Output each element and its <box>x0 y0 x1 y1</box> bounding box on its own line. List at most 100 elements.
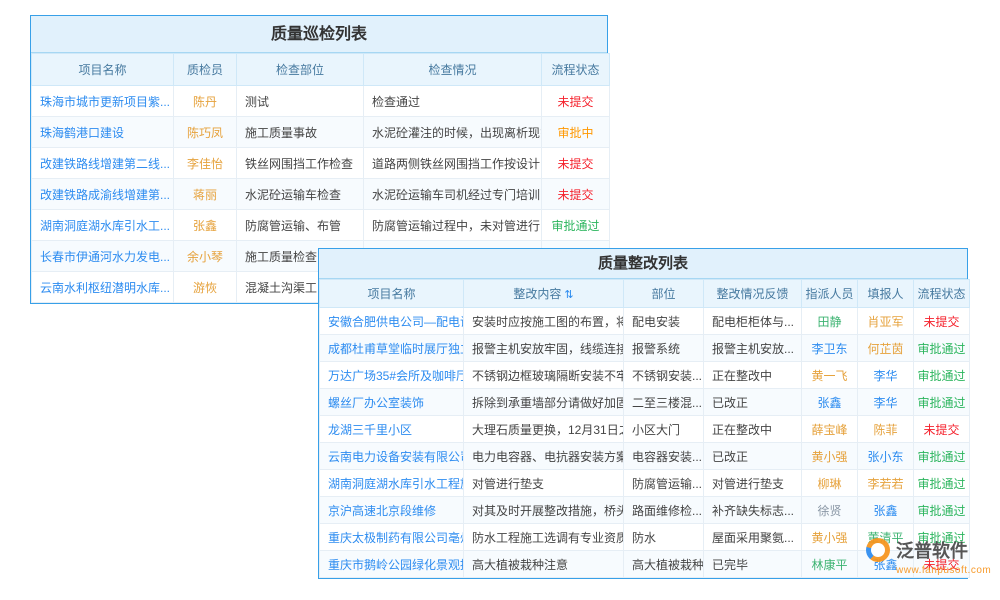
part-cell: 报警系统 <box>624 335 704 362</box>
project-name-cell[interactable]: 云南电力设备安装有限公司20... <box>320 443 464 470</box>
project-name-cell[interactable]: 改建铁路成渝线增建第... <box>32 179 174 210</box>
assignee-cell: 黄小强 <box>802 524 858 551</box>
project-name-cell[interactable]: 万达广场35#会所及咖啡厅空... <box>320 362 464 389</box>
feedback-cell: 补齐缺失标志... <box>704 497 802 524</box>
part-cell: 高大植被栽种 <box>624 551 704 578</box>
table-row[interactable]: 改建铁路成渝线增建第... 蒋丽 水泥砼运输车检查 水泥砼运输车司机经过专门培训… <box>32 179 610 210</box>
project-name-cell[interactable]: 湖南洞庭湖水库引水工... <box>32 210 174 241</box>
status-cell: 未提交 <box>542 86 610 117</box>
rectify-content-cell: 拆除到承重墙部分请做好加固... <box>464 389 624 416</box>
status-cell: 审批通过 <box>914 470 970 497</box>
table-row[interactable]: 湖南洞庭湖水库引水工... 张鑫 防腐管运输、布管 防腐管运输过程中，未对管进行… <box>32 210 610 241</box>
check-part-cell: 防腐管运输、布管 <box>237 210 364 241</box>
feedback-cell: 对管进行垫支 <box>704 470 802 497</box>
table-row[interactable]: 改建铁路线增建第二线... 李佳怡 铁丝网围挡工作检查 道路两侧铁丝网围挡工作按… <box>32 148 610 179</box>
project-name-cell[interactable]: 龙湖三千里小区 <box>320 416 464 443</box>
project-name-cell[interactable]: 重庆市鹅岭公园绿化景观提升... <box>320 551 464 578</box>
check-part-cell: 水泥砼运输车检查 <box>237 179 364 210</box>
table-row[interactable]: 京沪高速北京段维修 对其及时开展整改措施，桥头... 路面维修检... 补齐缺失… <box>320 497 970 524</box>
feedback-cell: 配电柜柜体与... <box>704 308 802 335</box>
project-name-cell[interactable]: 螺丝厂办公室装饰 <box>320 389 464 416</box>
project-name-cell[interactable]: 安徽合肥供电公司—配电设备... <box>320 308 464 335</box>
status-cell: 未提交 <box>542 148 610 179</box>
check-situation-cell: 水泥砼灌注的时候，出现离析现象 <box>364 117 542 148</box>
status-cell: 审批通过 <box>914 335 970 362</box>
col-check-situation: 检查情况 <box>364 54 542 86</box>
table-row[interactable]: 安徽合肥供电公司—配电设备... 安装时应按施工图的布置，将... 配电安装 配… <box>320 308 970 335</box>
part-cell: 不锈钢安装... <box>624 362 704 389</box>
col-flow-status: 流程状态 <box>914 280 970 308</box>
col-assignee: 指派人员 <box>802 280 858 308</box>
rectify-content-cell: 报警主机安放牢固，线缆连接... <box>464 335 624 362</box>
check-situation-cell: 检查通过 <box>364 86 542 117</box>
project-name-cell[interactable]: 云南水利枢纽潜明水库... <box>32 272 174 303</box>
status-cell: 审批通过 <box>914 497 970 524</box>
assignee-cell: 李卫东 <box>802 335 858 362</box>
project-name-cell[interactable]: 长春市伊通河水力发电... <box>32 241 174 272</box>
vendor-watermark: 泛普软件 www.fanpusoft.com <box>866 537 991 576</box>
project-name-cell[interactable]: 京沪高速北京段维修 <box>320 497 464 524</box>
table-row[interactable]: 湖南洞庭湖水库引水工程施工环... 对管进行垫支 防腐管运输... 对管进行垫支… <box>320 470 970 497</box>
panel-title: 质量整改列表 <box>319 249 967 279</box>
part-cell: 二至三楼混... <box>624 389 704 416</box>
table-row[interactable]: 珠海市城市更新项目紫... 陈丹 测试 检查通过 未提交 <box>32 86 610 117</box>
vendor-brand: 泛普软件 <box>896 537 968 563</box>
rectify-content-cell: 对管进行垫支 <box>464 470 624 497</box>
table-row[interactable]: 万达广场35#会所及咖啡厅空... 不锈钢边框玻璃隔断安装不牢... 不锈钢安装… <box>320 362 970 389</box>
part-cell: 路面维修检... <box>624 497 704 524</box>
feedback-cell: 已改正 <box>704 389 802 416</box>
col-project-name: 项目名称 <box>32 54 174 86</box>
project-name-cell[interactable]: 珠海市城市更新项目紫... <box>32 86 174 117</box>
rectify-content-cell: 防水工程施工选调有专业资质... <box>464 524 624 551</box>
project-name-cell[interactable]: 成都杜甫草堂临时展厅独立展... <box>320 335 464 362</box>
rectification-table: 项目名称 整改内容⇅ 部位 整改情况反馈 指派人员 填报人 流程状态 安徽合肥供… <box>319 279 970 578</box>
part-cell: 防水 <box>624 524 704 551</box>
col-rectify-content-label: 整改内容 <box>513 287 561 301</box>
project-name-cell[interactable]: 重庆太极制药有限公司亳州中... <box>320 524 464 551</box>
reporter-cell: 何芷茵 <box>858 335 914 362</box>
status-cell: 审批通过 <box>914 389 970 416</box>
project-name-cell[interactable]: 湖南洞庭湖水库引水工程施工环... <box>320 470 464 497</box>
fanpu-logo-icon <box>866 538 890 562</box>
status-cell: 未提交 <box>542 179 610 210</box>
inspector-cell: 李佳怡 <box>174 148 237 179</box>
reporter-cell: 陈菲 <box>858 416 914 443</box>
feedback-cell: 正在整改中 <box>704 416 802 443</box>
feedback-cell: 已完毕 <box>704 551 802 578</box>
col-part: 部位 <box>624 280 704 308</box>
reporter-cell: 李华 <box>858 362 914 389</box>
check-situation-cell: 水泥砼运输车司机经过专门培训... <box>364 179 542 210</box>
col-rectify-content[interactable]: 整改内容⇅ <box>464 280 624 308</box>
sort-icon[interactable]: ⇅ <box>564 289 573 301</box>
part-cell: 防腐管运输... <box>624 470 704 497</box>
col-check-part: 检查部位 <box>237 54 364 86</box>
reporter-cell: 李若若 <box>858 470 914 497</box>
status-cell: 未提交 <box>914 308 970 335</box>
inspector-cell: 张鑫 <box>174 210 237 241</box>
rectify-content-cell: 高大植被栽种注意 <box>464 551 624 578</box>
panel-title: 质量巡检列表 <box>31 16 607 53</box>
table-header-row: 项目名称 整改内容⇅ 部位 整改情况反馈 指派人员 填报人 流程状态 <box>320 280 970 308</box>
assignee-cell: 张鑫 <box>802 389 858 416</box>
col-feedback: 整改情况反馈 <box>704 280 802 308</box>
project-name-cell[interactable]: 改建铁路线增建第二线... <box>32 148 174 179</box>
status-cell: 审批通过 <box>914 362 970 389</box>
assignee-cell: 黄一飞 <box>802 362 858 389</box>
assignee-cell: 林康平 <box>802 551 858 578</box>
table-row[interactable]: 龙湖三千里小区 大理石质量更换，12月31日之... 小区大门 正在整改中 薛宝… <box>320 416 970 443</box>
reporter-cell: 李华 <box>858 389 914 416</box>
check-situation-cell: 防腐管运输过程中，未对管进行... <box>364 210 542 241</box>
col-flow-status: 流程状态 <box>542 54 610 86</box>
rectify-content-cell: 安装时应按施工图的布置，将... <box>464 308 624 335</box>
part-cell: 配电安装 <box>624 308 704 335</box>
project-name-cell[interactable]: 珠海鹤港口建设 <box>32 117 174 148</box>
assignee-cell: 徐贤 <box>802 497 858 524</box>
table-row[interactable]: 螺丝厂办公室装饰 拆除到承重墙部分请做好加固... 二至三楼混... 已改正 张… <box>320 389 970 416</box>
table-row[interactable]: 云南电力设备安装有限公司20... 电力电容器、电抗器安装方案,... 电容器安… <box>320 443 970 470</box>
part-cell: 小区大门 <box>624 416 704 443</box>
vendor-url: www.fanpusoft.com <box>896 565 991 576</box>
inspector-cell: 陈巧凤 <box>174 117 237 148</box>
status-cell: 审批通过 <box>914 443 970 470</box>
table-row[interactable]: 成都杜甫草堂临时展厅独立展... 报警主机安放牢固，线缆连接... 报警系统 报… <box>320 335 970 362</box>
table-row[interactable]: 珠海鹤港口建设 陈巧凤 施工质量事故 水泥砼灌注的时候，出现离析现象 审批中 <box>32 117 610 148</box>
